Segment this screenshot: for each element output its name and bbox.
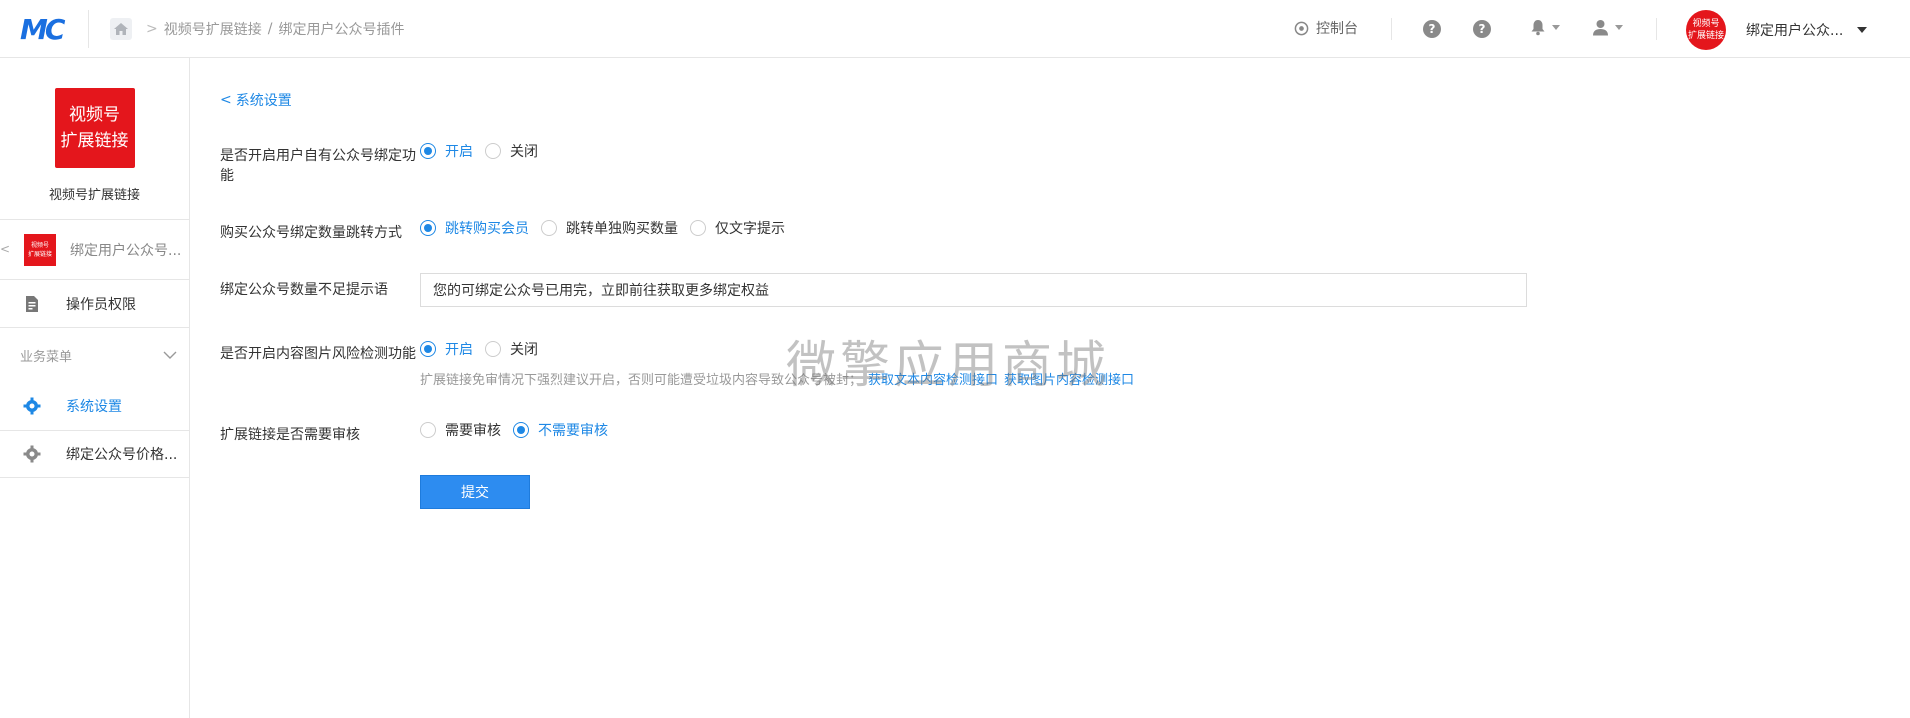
radio-risk-on[interactable]: 开启	[420, 339, 473, 359]
risk-check-help-text: 扩展链接免审情况下强烈建议开启，否则可能遭受垃圾内容导致公众号被封；	[420, 373, 863, 388]
radio-text-tip[interactable]: 仅文字提示	[690, 218, 785, 238]
text-check-api-link[interactable]: 获取文本内容检测接口	[868, 369, 998, 388]
divider	[1391, 18, 1392, 40]
sidebar-item-operator-permissions[interactable]: 操作员权限	[0, 280, 189, 328]
document-edit-icon	[22, 294, 42, 314]
help-icon[interactable]: ?	[1423, 20, 1441, 38]
radio-circle	[420, 422, 436, 438]
user-icon	[1593, 20, 1608, 36]
console-link[interactable]: 控制台	[1294, 18, 1358, 38]
divider	[88, 10, 89, 48]
shortage-tip-label: 绑定公众号数量不足提示语	[220, 282, 388, 298]
jump-mode-label: 购买公众号绑定数量跳转方式	[220, 225, 402, 241]
radio-risk-off[interactable]: 关闭	[485, 339, 538, 359]
user-menu-button[interactable]	[1592, 19, 1623, 36]
radio-circle	[690, 220, 706, 236]
chevron-right-icon: >	[146, 21, 158, 37]
gear-icon	[22, 396, 42, 416]
breadcrumb-item-app[interactable]: 视频号扩展链接	[164, 19, 262, 39]
sidebar: 视频号 扩展链接 视频号扩展链接 < 视频号 扩展链接 绑定用户公众号... 操…	[0, 58, 190, 718]
bind-feature-radio-group: 开启 关闭	[420, 141, 550, 161]
app-logo: 视频号 扩展链接	[54, 88, 135, 168]
radio-jump-member[interactable]: 跳转购买会员	[420, 218, 529, 238]
logo[interactable]: MC	[20, 12, 65, 46]
radio-circle	[485, 341, 501, 357]
image-check-api-link[interactable]: 获取图片内容检测接口	[1004, 369, 1134, 388]
divider	[1656, 18, 1657, 40]
sidebar-item-system-settings[interactable]: 系统设置	[0, 382, 189, 430]
radio-jump-quantity[interactable]: 跳转单独购买数量	[541, 218, 678, 238]
jump-mode-radio-group: 跳转购买会员 跳转单独购买数量 仅文字提示	[420, 218, 797, 238]
radio-circle	[420, 220, 436, 236]
review-label: 扩展链接是否需要审核	[220, 427, 360, 443]
app-name: 视频号扩展链接	[48, 188, 140, 203]
bind-feature-label: 是否开启用户自有公众号绑定功 能	[220, 148, 416, 184]
sidebar-item-label: 操作员权限	[66, 296, 136, 313]
notifications-button[interactable]	[1530, 19, 1560, 36]
chevron-left-icon: <	[0, 242, 11, 256]
radio-bind-off[interactable]: 关闭	[485, 141, 538, 161]
caret-down-icon	[1857, 27, 1868, 33]
breadcrumb-separator: /	[267, 21, 273, 37]
bell-icon	[1531, 20, 1545, 36]
radio-review-not-required[interactable]: 不需要审核	[513, 420, 608, 440]
console-label: 控制台	[1316, 21, 1358, 37]
radio-review-required[interactable]: 需要审核	[420, 420, 501, 440]
logo-text: MC	[20, 12, 65, 46]
breadcrumb-item-plugin[interactable]: 绑定用户公众号插件	[278, 19, 404, 39]
radio-circle	[513, 422, 529, 438]
radio-circle	[541, 220, 557, 236]
sidebar-group-business-menu[interactable]: 业务菜单	[0, 328, 189, 382]
account-switcher[interactable]: 绑定用户公众...	[1746, 20, 1868, 40]
plugin-thumbnail: 视频号 扩展链接	[24, 233, 56, 266]
breadcrumb: > 视频号扩展链接 / 绑定用户公众号插件	[146, 19, 404, 39]
sidebar-item-label: 系统设置	[66, 399, 122, 415]
review-radio-group: 需要审核 不需要审核	[420, 420, 620, 440]
account-name: 绑定用户公众...	[1746, 23, 1844, 39]
sidebar-item-bind-price[interactable]: 绑定公众号价格...	[0, 430, 189, 478]
home-icon[interactable]	[110, 18, 132, 40]
sidebar-group-label: 业务菜单	[20, 349, 73, 365]
risk-check-radio-group: 开启 关闭	[420, 339, 550, 359]
radio-circle	[420, 143, 436, 159]
back-link[interactable]: < 系统设置	[220, 90, 292, 110]
sidebar-item-label: 绑定公众号价格...	[66, 447, 178, 463]
shortage-tip-input[interactable]	[420, 273, 1527, 307]
avatar[interactable]: 视频号 扩展链接	[1686, 10, 1726, 50]
radio-bind-on[interactable]: 开启	[420, 141, 473, 161]
back-label: 系统设置	[235, 93, 292, 109]
radio-circle	[485, 143, 501, 159]
app-block: 视频号 扩展链接 视频号扩展链接	[0, 58, 189, 220]
top-bar: MC > 视频号扩展链接 / 绑定用户公众号插件 控制台 ? ? 视频号 扩展链…	[0, 0, 1910, 58]
gear-icon	[22, 444, 42, 464]
risk-check-label: 是否开启内容图片风险检测功能	[220, 346, 416, 362]
chevron-left-icon: <	[220, 92, 232, 108]
plugin-name: 绑定用户公众号...	[70, 242, 182, 259]
risk-check-help: 扩展链接免审情况下强烈建议开启，否则可能遭受垃圾内容导致公众号被封； 获取文本内…	[420, 369, 1134, 388]
caret-down-icon	[1552, 25, 1560, 30]
radio-circle	[420, 341, 436, 357]
question-icon[interactable]: ?	[1473, 20, 1491, 38]
submit-button[interactable]: 提交	[420, 475, 530, 509]
chevron-down-icon	[163, 351, 177, 359]
caret-down-icon	[1615, 25, 1623, 30]
plugin-switcher[interactable]: < 视频号 扩展链接 绑定用户公众号...	[0, 220, 189, 280]
dashboard-icon	[1294, 21, 1309, 35]
